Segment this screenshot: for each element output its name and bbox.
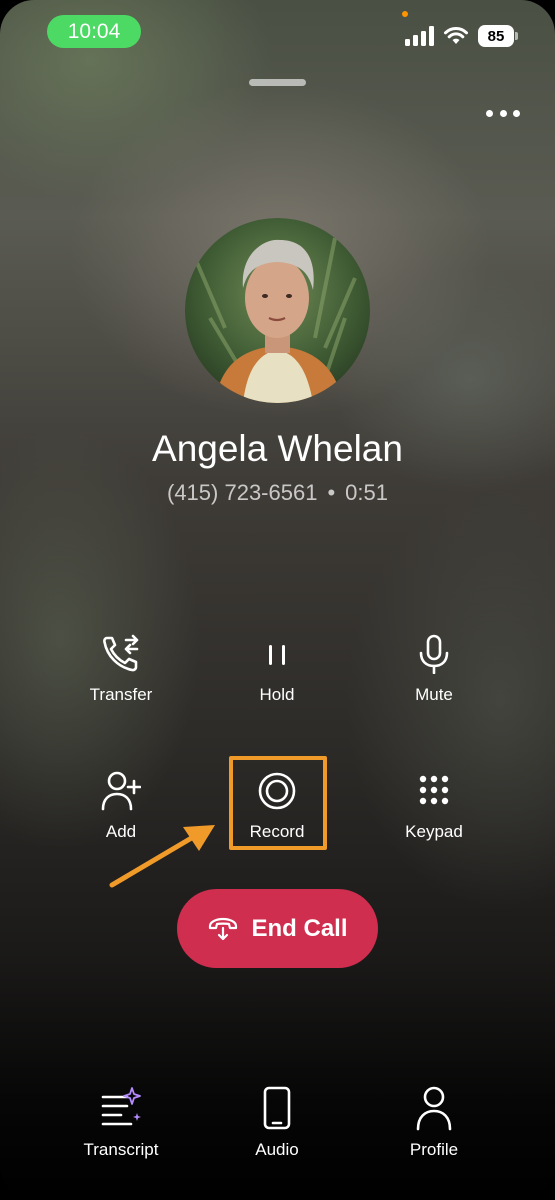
transfer-icon: [103, 634, 139, 672]
sheet-grabber[interactable]: [249, 79, 306, 86]
keypad-icon: [419, 775, 449, 805]
call-info: (415) 723-6561 • 0:51: [0, 480, 555, 506]
profile-label: Profile: [409, 1140, 459, 1159]
person-icon: [416, 1086, 452, 1131]
status-bar: 10:04 85: [0, 0, 555, 60]
mute-button[interactable]: Mute: [374, 634, 494, 724]
battery-cap: [515, 32, 518, 40]
transfer-label: Transfer: [89, 685, 153, 704]
transfer-button[interactable]: Transfer: [61, 634, 181, 724]
signal-icon: [405, 26, 434, 46]
transcript-icon: [101, 1087, 141, 1126]
contact-photo: [185, 218, 370, 403]
record-annotation-box: [229, 756, 327, 850]
end-call-label: End Call: [251, 914, 348, 942]
bottom-nav: Transcript Audio Profile: [0, 1075, 555, 1175]
mute-label: Mute: [415, 685, 453, 704]
separator: •: [327, 480, 336, 505]
mic-icon: [419, 634, 449, 674]
tab-audio[interactable]: Audio: [212, 1075, 342, 1165]
wifi-icon: [444, 27, 468, 44]
tab-transcript[interactable]: Transcript: [56, 1075, 186, 1165]
keypad-label: Keypad: [405, 822, 463, 841]
hold-button[interactable]: Hold: [217, 634, 337, 724]
add-person-icon: [101, 771, 141, 811]
tab-profile[interactable]: Profile: [369, 1075, 499, 1165]
privacy-indicator-dot: [402, 11, 408, 17]
end-call-button[interactable]: End Call: [177, 889, 378, 968]
call-screen: 10:04 85 Angela Whelan (415) 723-6561 • …: [0, 0, 555, 1200]
contact-phone: (415) 723-6561: [167, 480, 318, 505]
end-call-icon: [209, 917, 238, 940]
hold-icon: [269, 645, 285, 665]
avatar: [185, 218, 370, 403]
hold-label: Hold: [259, 685, 295, 704]
call-duration: 0:51: [345, 480, 388, 505]
battery-indicator: 85: [478, 25, 518, 47]
transcript-label: Transcript: [83, 1140, 159, 1159]
contact-name: Angela Whelan: [152, 428, 403, 469]
battery-level: 85: [478, 25, 514, 47]
more-icon[interactable]: [482, 102, 524, 124]
audio-label: Audio: [255, 1140, 299, 1159]
annotation-arrow-icon: [109, 825, 215, 888]
keypad-button[interactable]: Keypad: [374, 771, 494, 861]
status-time[interactable]: 10:04: [47, 15, 141, 48]
phone-device-icon: [263, 1086, 291, 1130]
